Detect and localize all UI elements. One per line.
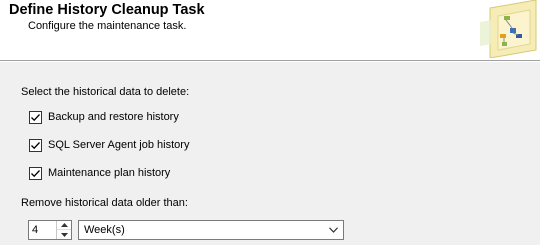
header-divider-highlight bbox=[0, 61, 540, 62]
backup-restore-history-checkbox[interactable] bbox=[29, 110, 42, 124]
retention-amount-value[interactable]: 4 bbox=[32, 224, 38, 236]
stepper-down-button[interactable] bbox=[57, 230, 71, 239]
page-title: Define History Cleanup Task bbox=[9, 2, 205, 18]
maintenance-wizard-icon bbox=[480, 0, 537, 58]
stepper-up-button[interactable] bbox=[57, 221, 71, 230]
agent-job-history-option[interactable]: SQL Server Agent job history bbox=[29, 138, 189, 152]
agent-job-history-checkbox[interactable] bbox=[29, 138, 42, 152]
backup-restore-history-label: Backup and restore history bbox=[48, 111, 179, 123]
backup-restore-history-option[interactable]: Backup and restore history bbox=[29, 110, 179, 124]
checkmark-icon bbox=[31, 113, 40, 121]
chevron-down-icon[interactable] bbox=[329, 227, 338, 233]
retention-unit-value: Week(s) bbox=[84, 224, 125, 236]
wizard-header: Define History Cleanup Task Configure th… bbox=[0, 0, 540, 60]
retention-amount-stepper[interactable]: 4 bbox=[28, 220, 72, 240]
delete-options-label: Select the historical data to delete: bbox=[21, 86, 190, 98]
maintenance-plan-history-option[interactable]: Maintenance plan history bbox=[29, 166, 170, 180]
page-subtitle: Configure the maintenance task. bbox=[28, 20, 187, 32]
stepper-buttons bbox=[56, 221, 71, 239]
maintenance-plan-history-label: Maintenance plan history bbox=[48, 167, 171, 179]
checkmark-icon bbox=[31, 169, 40, 177]
agent-job-history-label: SQL Server Agent job history bbox=[48, 139, 190, 151]
arrow-down-icon bbox=[60, 232, 68, 237]
arrow-up-icon bbox=[60, 223, 68, 227]
maintenance-plan-history-checkbox[interactable] bbox=[29, 166, 42, 180]
retention-unit-dropdown[interactable]: Week(s) bbox=[78, 220, 344, 240]
checkmark-icon bbox=[31, 141, 40, 149]
remove-older-than-label: Remove historical data older than: bbox=[21, 197, 188, 209]
